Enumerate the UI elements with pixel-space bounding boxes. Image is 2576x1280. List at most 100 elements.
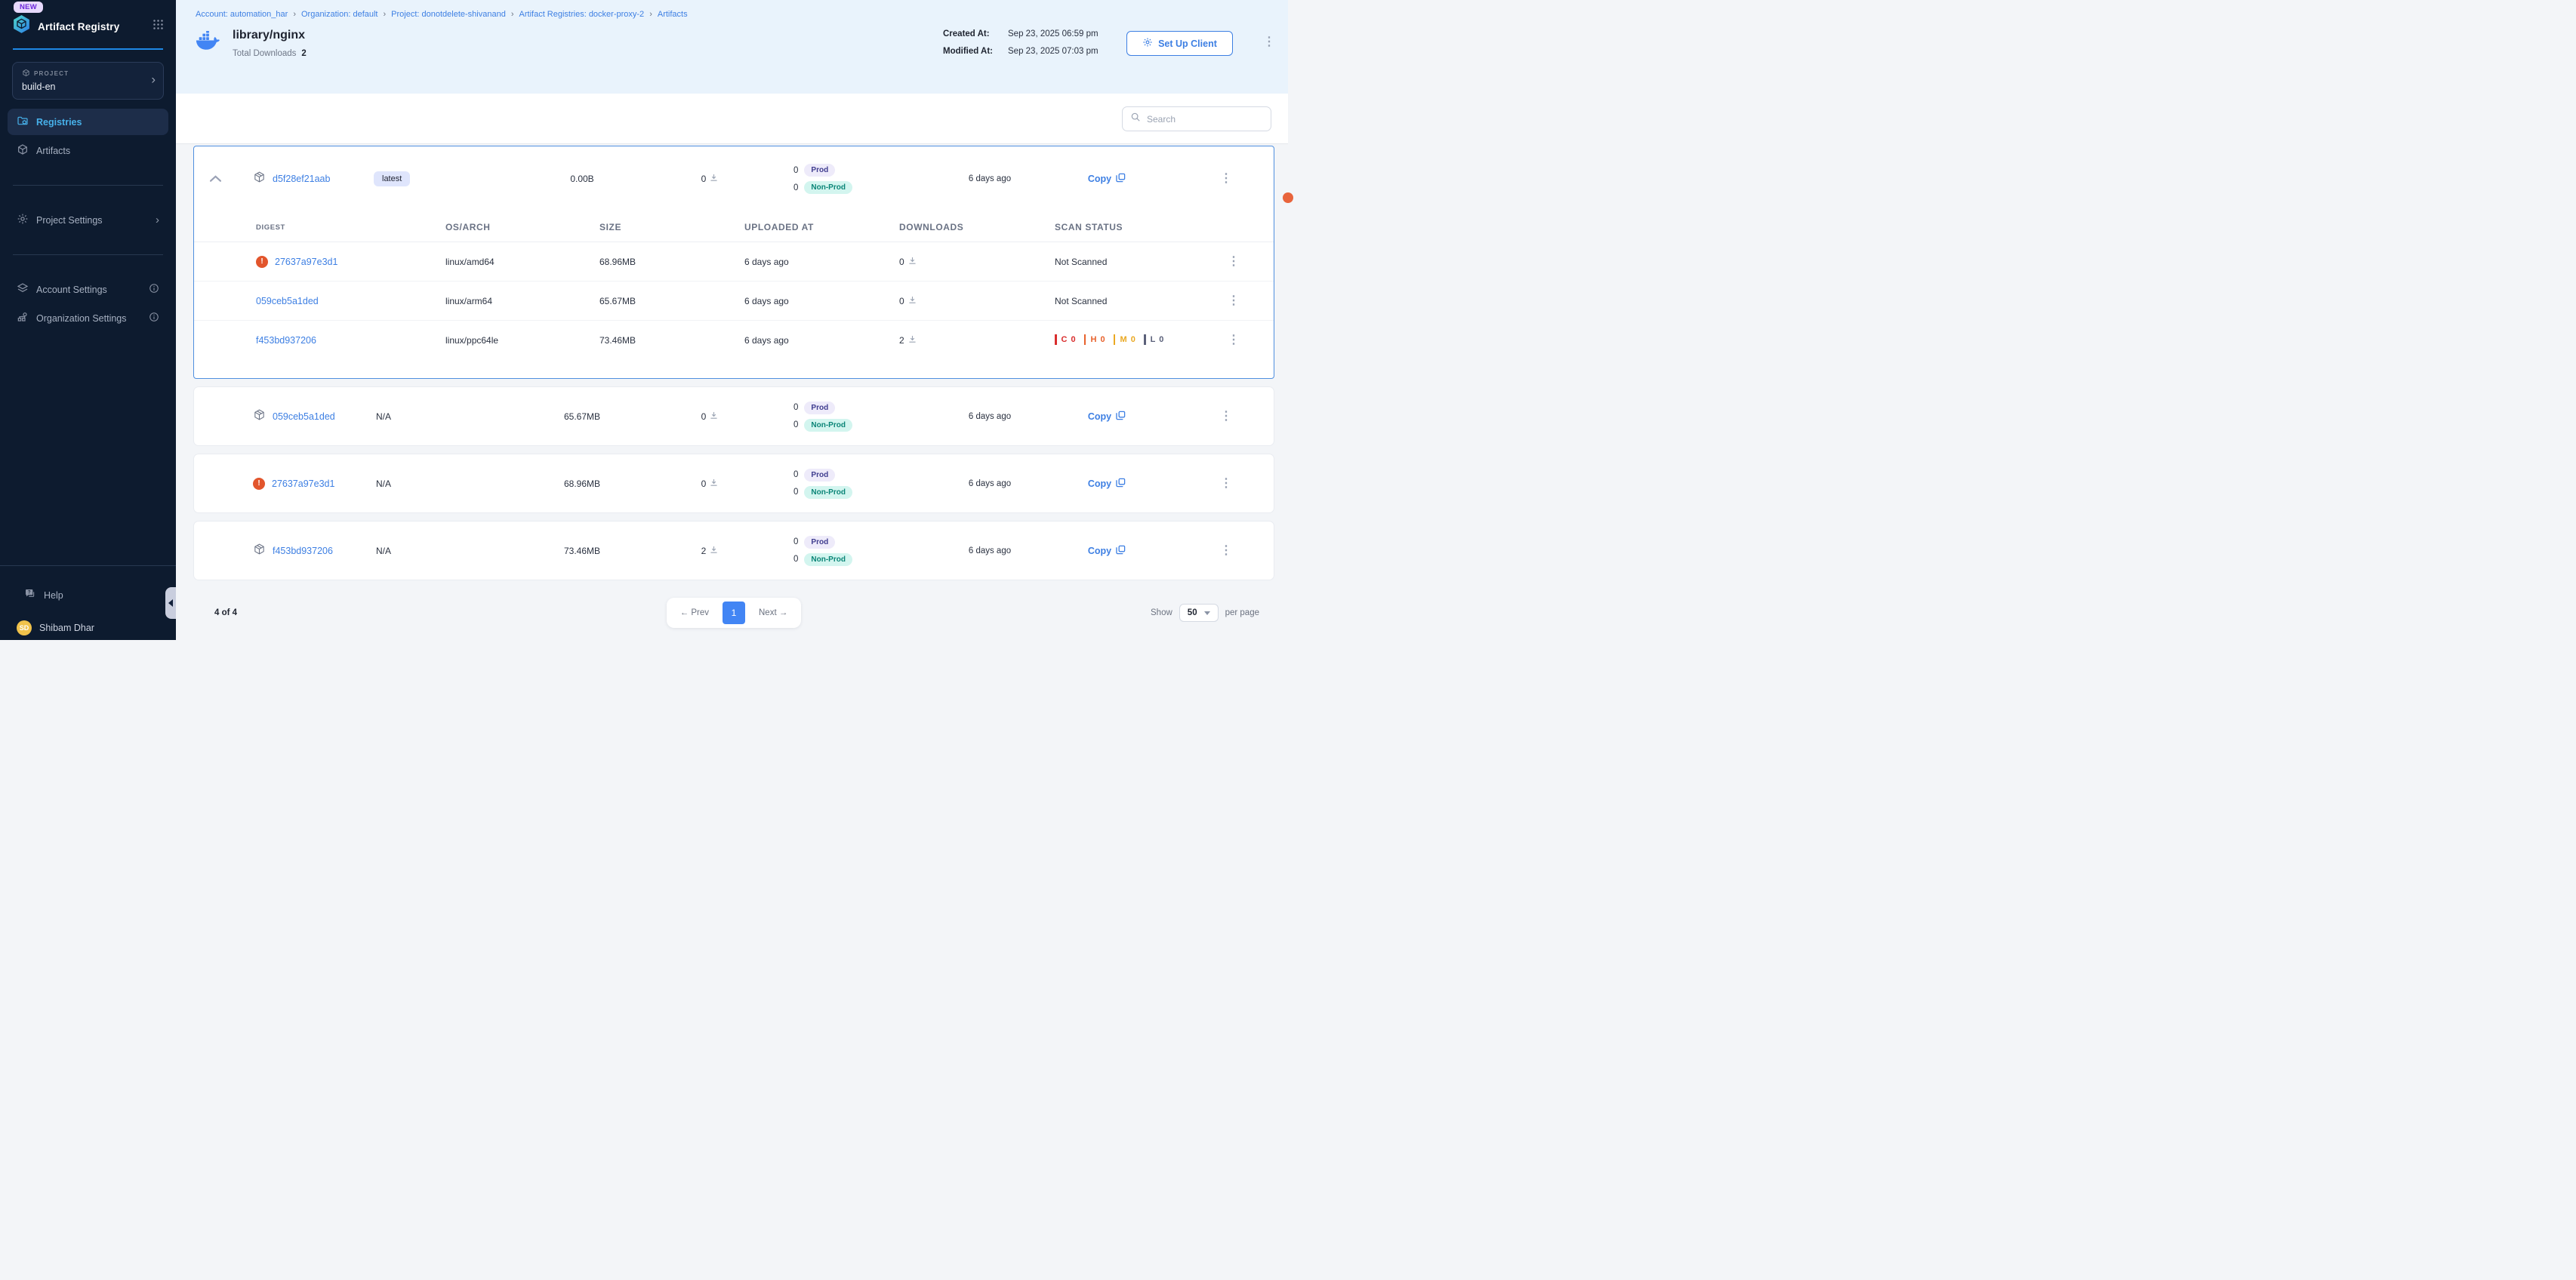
column-header-size: SIZE <box>599 222 744 232</box>
header-kebab-menu[interactable]: ⋮ <box>1263 36 1275 48</box>
nonprod-badge: Non-Prod <box>804 553 852 566</box>
registries-icon <box>17 115 29 129</box>
user-menu[interactable]: SD Shibam Dhar <box>17 620 159 635</box>
artifact-version-link[interactable]: 27637a97e3d1 <box>272 478 334 489</box>
nonprod-count: 0 <box>793 555 798 564</box>
sidebar-item-registries[interactable]: Registries <box>8 109 168 135</box>
copy-icon <box>1116 478 1126 490</box>
sidebar-item-artifacts[interactable]: Artifacts <box>8 137 168 164</box>
row-kebab-menu[interactable]: ⋮ <box>1228 255 1240 268</box>
row-kebab-menu[interactable]: ⋮ <box>1220 545 1232 557</box>
sidebar-divider <box>13 185 163 186</box>
app-grid-icon[interactable] <box>153 19 164 34</box>
info-icon <box>149 283 159 297</box>
tag-badge: latest <box>374 171 410 186</box>
artifact-size: 65.67MB <box>484 411 680 422</box>
next-page-button[interactable]: Next → <box>754 605 792 620</box>
download-icon <box>908 257 917 267</box>
artifact-version-link[interactable]: f453bd937206 <box>273 546 333 556</box>
edge-notification-dot[interactable] <box>1283 192 1293 203</box>
chevron-down-icon <box>1204 611 1210 615</box>
copy-icon <box>1116 545 1126 557</box>
breadcrumb-account-link[interactable]: Account: automation_har <box>196 10 288 19</box>
setup-client-button[interactable]: Set Up Client <box>1126 31 1233 56</box>
digest-size: 68.96MB <box>599 257 744 267</box>
copy-button[interactable]: Copy <box>1088 545 1126 557</box>
breadcrumb: Account: automation_har › Organization: … <box>176 0 1288 19</box>
breadcrumb-project-link[interactable]: Project: donotdelete-shivanand <box>391 10 506 19</box>
setup-client-label: Set Up Client <box>1158 38 1217 49</box>
prod-count: 0 <box>793 166 798 175</box>
row-kebab-menu[interactable]: ⋮ <box>1228 294 1240 307</box>
digest-table-header: DIGEST OS/ARCH SIZE UPLOADED AT DOWNLOAD… <box>194 211 1274 242</box>
high-count: H 0 <box>1084 334 1106 345</box>
prod-count: 0 <box>793 470 798 479</box>
sidebar-item-organization-settings[interactable]: Organization Settings <box>8 305 168 331</box>
digest-size: 73.46MB <box>599 335 744 346</box>
column-header-downloads: DOWNLOADS <box>899 222 1055 232</box>
sidebar-item-help[interactable]: ? Help <box>15 582 161 608</box>
copy-button[interactable]: Copy <box>1088 411 1126 423</box>
project-cube-icon <box>22 69 30 78</box>
sidebar: NEW Artifact Registry PROJECT build-en ›… <box>0 0 176 640</box>
artifact-size: 0.00B <box>484 174 680 184</box>
downloads-count: 0 <box>701 411 707 422</box>
artifact-version-link[interactable]: d5f28ef21aab <box>273 174 330 184</box>
sidebar-item-account-settings[interactable]: Account Settings <box>8 276 168 303</box>
row-kebab-menu[interactable]: ⋮ <box>1220 411 1232 423</box>
downloads-count: 0 <box>899 296 904 306</box>
artifact-size: 68.96MB <box>484 478 680 489</box>
sidebar-collapse-handle[interactable] <box>165 587 176 619</box>
copy-label: Copy <box>1088 174 1111 184</box>
page-title: library/nginx <box>233 29 307 42</box>
uploaded-at: 6 days ago <box>744 296 899 306</box>
layers-icon <box>17 282 29 297</box>
page-header: Account: automation_har › Organization: … <box>176 0 1288 94</box>
user-name: Shibam Dhar <box>39 623 94 633</box>
downloads-count: 0 <box>701 174 707 184</box>
digest-row: f453bd937206 linux/ppc64le 73.46MB 6 day… <box>194 321 1274 360</box>
downloads-count: 0 <box>899 257 904 267</box>
downloads-count: 2 <box>701 546 707 556</box>
artifact-updated: 6 days ago <box>944 546 1035 555</box>
copy-button[interactable]: Copy <box>1088 173 1126 185</box>
project-name: build-en <box>22 82 154 92</box>
downloads-count: 0 <box>701 478 707 489</box>
copy-label: Copy <box>1088 546 1111 556</box>
row-kebab-menu[interactable]: ⋮ <box>1220 173 1232 185</box>
per-page-label: per page <box>1225 608 1259 617</box>
artifact-row: 059ceb5a1ded N/A 65.67MB 0 0 Prod 0 Non-… <box>193 386 1274 446</box>
new-badge: NEW <box>14 2 43 13</box>
nonprod-count: 0 <box>793 420 798 429</box>
copy-button[interactable]: Copy <box>1088 478 1126 490</box>
artifact-row: ! 27637a97e3d1 N/A 68.96MB 0 0 Prod 0 No… <box>193 454 1274 513</box>
collapse-chevron-up-icon[interactable] <box>210 172 221 186</box>
page-size-value: 50 <box>1188 608 1197 617</box>
page-size-select[interactable]: 50 <box>1179 604 1219 622</box>
sidebar-item-label: Help <box>44 590 63 601</box>
digest-link[interactable]: f453bd937206 <box>256 335 316 346</box>
info-icon <box>149 312 159 325</box>
total-downloads-value: 2 <box>301 49 306 58</box>
page-number-button[interactable]: 1 <box>723 602 745 624</box>
prev-page-button[interactable]: ← Prev <box>676 605 713 620</box>
breadcrumb-organization-link[interactable]: Organization: default <box>301 10 378 19</box>
warning-icon: ! <box>256 256 268 268</box>
breadcrumb-artifacts-link[interactable]: Artifacts <box>658 10 688 19</box>
breadcrumb-registry-link[interactable]: Artifact Registries: docker-proxy-2 <box>519 10 645 19</box>
download-icon <box>710 174 718 184</box>
artifact-row-expanded: d5f28ef21aab latest 0.00B 0 0 Prod 0 Non… <box>194 146 1274 211</box>
project-selector[interactable]: PROJECT build-en › <box>12 62 164 100</box>
digest-link[interactable]: 059ceb5a1ded <box>256 296 319 306</box>
column-header-scan-status: SCAN STATUS <box>1055 222 1194 232</box>
tag-value: N/A <box>374 478 391 489</box>
app-title: Artifact Registry <box>38 21 119 32</box>
sidebar-item-project-settings[interactable]: Project Settings › <box>8 207 168 233</box>
row-kebab-menu[interactable]: ⋮ <box>1220 478 1232 490</box>
artifact-updated: 6 days ago <box>944 412 1035 421</box>
digest-link[interactable]: 27637a97e3d1 <box>275 257 337 267</box>
artifact-version-link[interactable]: 059ceb5a1ded <box>273 411 335 422</box>
sidebar-divider <box>13 254 163 255</box>
search-input[interactable] <box>1147 114 1263 125</box>
row-kebab-menu[interactable]: ⋮ <box>1228 334 1240 346</box>
